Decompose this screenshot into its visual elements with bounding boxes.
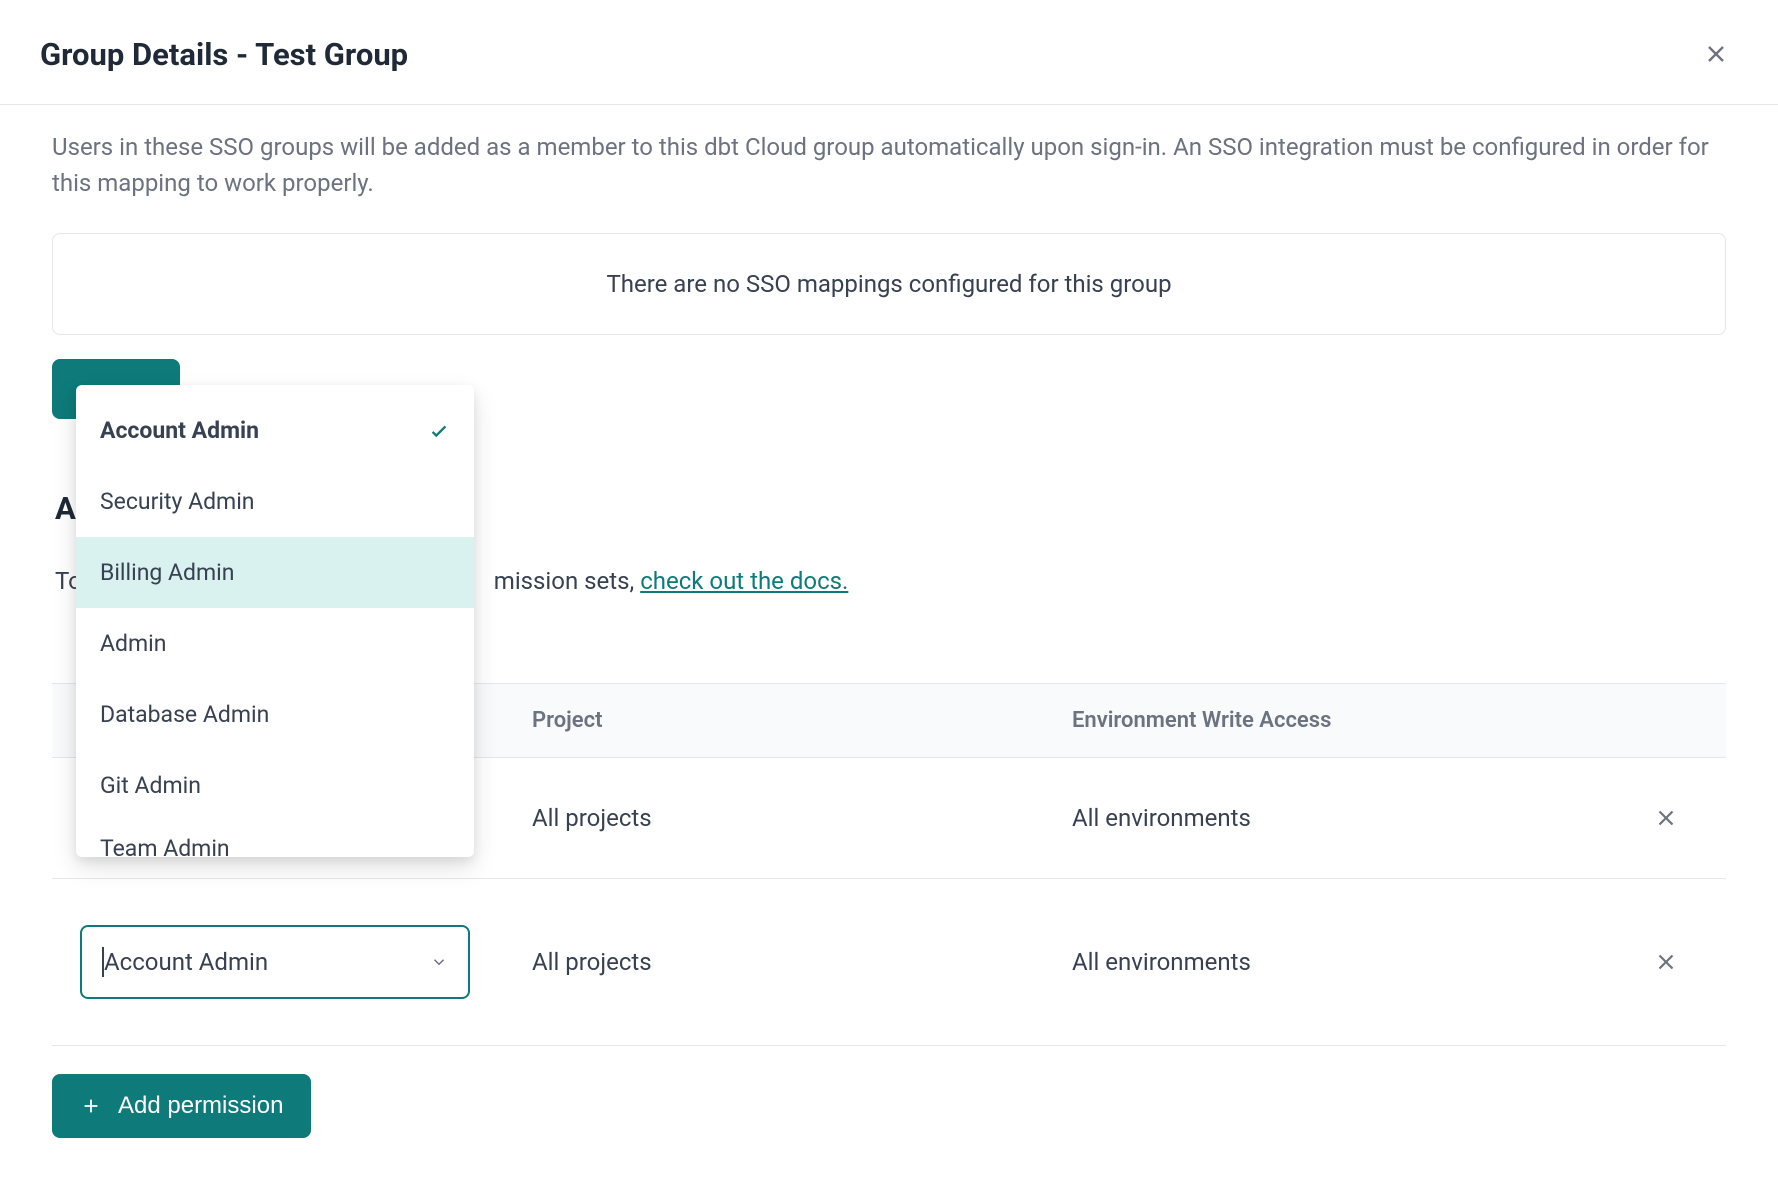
col-env-header: Environment Write Access (1072, 708, 1606, 733)
dropdown-option-database-admin[interactable]: Database Admin (76, 679, 474, 750)
project-cell: All projects (532, 948, 1072, 976)
env-cell: All environments (1072, 948, 1606, 976)
plus-icon (80, 1095, 102, 1117)
sso-description: Users in these SSO groups will be added … (52, 129, 1726, 201)
dropdown-option-label: Security Admin (100, 488, 255, 515)
dropdown-option-label: Account Admin (100, 417, 259, 444)
modal-header: Group Details - Test Group (0, 0, 1778, 105)
permission-dropdown[interactable]: Account Admin Security Admin Billing Adm… (76, 385, 474, 857)
chevron-down-icon (430, 953, 448, 971)
dropdown-option-git-admin[interactable]: Git Admin (76, 750, 474, 821)
project-cell: All projects (532, 804, 1072, 832)
dropdown-option-label: Database Admin (100, 701, 269, 728)
close-icon (1702, 40, 1730, 68)
col-action-header (1606, 708, 1726, 733)
add-permission-button[interactable]: Add permission (52, 1074, 311, 1138)
permission-cell: Account Admin (52, 925, 532, 999)
close-icon (1653, 949, 1679, 975)
dropdown-option-account-admin[interactable]: Account Admin (76, 395, 474, 466)
dropdown-option-billing-admin[interactable]: Billing Admin (76, 537, 474, 608)
group-details-modal: Group Details - Test Group Users in thes… (0, 0, 1778, 1132)
dropdown-option-security-admin[interactable]: Security Admin (76, 466, 474, 537)
dropdown-option-label: Admin (100, 630, 166, 657)
dropdown-option-team-admin[interactable]: Team Admin (76, 821, 474, 857)
select-value: Account Admin (102, 947, 268, 977)
modal-title: Group Details - Test Group (40, 36, 408, 73)
check-icon (428, 420, 450, 442)
dropdown-option-label: Git Admin (100, 772, 201, 799)
table-row: Account Admin All projects All environme… (52, 879, 1726, 1046)
docs-mid: mission sets, (494, 567, 640, 595)
close-icon (1653, 805, 1679, 831)
docs-link[interactable]: check out the docs. (640, 567, 848, 595)
env-cell: All environments (1072, 804, 1606, 832)
dropdown-option-label: Team Admin (100, 835, 230, 858)
section-heading-partial: A (55, 490, 76, 527)
remove-row-button[interactable] (1606, 805, 1726, 831)
dropdown-option-admin[interactable]: Admin (76, 608, 474, 679)
dropdown-option-label: Billing Admin (100, 559, 234, 586)
permission-select[interactable]: Account Admin (80, 925, 470, 999)
add-permission-label: Add permission (118, 1092, 283, 1120)
sso-empty-state: There are no SSO mappings configured for… (52, 233, 1726, 335)
col-project-header: Project (532, 708, 1072, 733)
close-button[interactable] (1694, 32, 1738, 76)
remove-row-button[interactable] (1606, 949, 1726, 975)
